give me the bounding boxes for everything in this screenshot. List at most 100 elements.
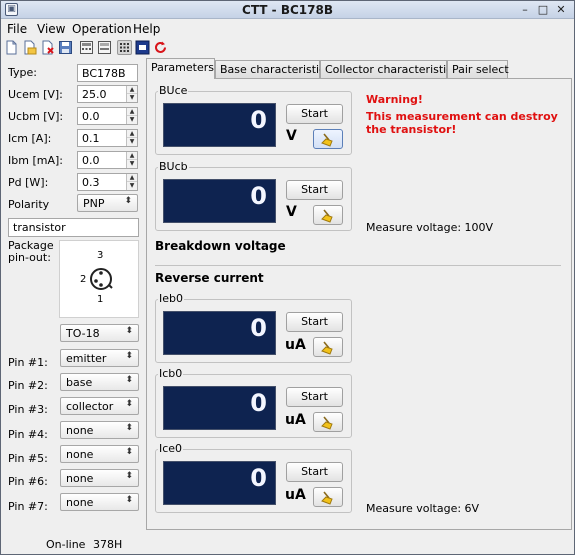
chevron-updown-icon: ⬍ <box>125 447 133 457</box>
ucem-label: Ucem [V]: <box>8 88 63 101</box>
save-icon[interactable] <box>58 40 73 55</box>
bucb-start-button[interactable]: Start <box>286 180 343 200</box>
pin1-select[interactable]: emitter ⬍ <box>60 349 139 367</box>
ieb0-start-button[interactable]: Start <box>286 312 343 332</box>
spin-up-icon[interactable]: ▲ <box>127 174 137 182</box>
ice0-start-button[interactable]: Start <box>286 462 343 482</box>
broom-icon <box>321 416 333 430</box>
menu-file[interactable]: File <box>7 22 27 36</box>
status-bar: On-line 378H <box>1 534 574 554</box>
chip-icon[interactable] <box>135 40 150 55</box>
icm-spin-buttons[interactable]: ▲ ▼ <box>126 130 137 146</box>
pin2-value: base <box>66 376 93 389</box>
chevron-updown-icon: ⬍ <box>125 399 133 409</box>
chevron-updown-icon: ⬍ <box>125 423 133 433</box>
package-select[interactable]: TO-18 ⬍ <box>60 324 139 342</box>
polarity-select[interactable]: PNP ⬍ <box>77 194 138 212</box>
menu-operation[interactable]: Operation <box>72 22 132 36</box>
buce-clear-button[interactable] <box>313 129 343 149</box>
tab-collector-characteristic[interactable]: Collector characteristic <box>320 60 452 79</box>
window-title: CTT - BC178B <box>242 3 333 17</box>
ice0-unit: uA <box>285 487 306 503</box>
warning-line-2: the transistor! <box>366 123 457 136</box>
icb0-clear-button[interactable] <box>313 412 343 432</box>
spin-down-icon[interactable]: ▼ <box>127 94 137 102</box>
close-icon[interactable]: ✕ <box>554 3 568 17</box>
type-field[interactable]: BC178B <box>77 64 138 82</box>
ucbm-spin-buttons[interactable]: ▲ ▼ <box>126 108 137 124</box>
title-bar[interactable]: ▣ CTT - BC178B – □ ✕ <box>1 1 574 19</box>
pin7-select[interactable]: none ⬍ <box>60 493 139 511</box>
icb0-start-button[interactable]: Start <box>286 387 343 407</box>
pin3-select[interactable]: collector ⬍ <box>60 397 139 415</box>
ice0-group: Ice0 0 uA Start <box>155 442 352 513</box>
ieb0-group: Ieb0 0 uA Start <box>155 292 352 363</box>
broom-icon <box>321 133 333 147</box>
bucb-display: 0 <box>163 179 276 223</box>
spin-up-icon[interactable]: ▲ <box>127 86 137 94</box>
bucb-clear-button[interactable] <box>313 205 343 225</box>
spin-down-icon[interactable]: ▼ <box>127 160 137 168</box>
buce-value: 0 <box>250 106 267 134</box>
tab-pair-select[interactable]: Pair select <box>447 60 509 79</box>
menu-help[interactable]: Help <box>133 22 160 36</box>
chevron-updown-icon: ⬍ <box>125 326 133 336</box>
pin3-value: collector <box>66 400 114 413</box>
ieb0-clear-button[interactable] <box>313 337 343 357</box>
spin-up-icon[interactable]: ▲ <box>127 130 137 138</box>
spin-up-icon[interactable]: ▲ <box>127 108 137 116</box>
grid-icon[interactable] <box>117 40 132 55</box>
icb0-unit: uA <box>285 412 306 428</box>
calculator-alt-icon[interactable] <box>97 40 112 55</box>
pin6-select[interactable]: none ⬍ <box>60 469 139 487</box>
bucb-group: BUcb 0 V Start <box>155 160 352 231</box>
ibm-spin-buttons[interactable]: ▲ ▼ <box>126 152 137 168</box>
bucb-unit: V <box>286 204 297 220</box>
open-file-icon[interactable] <box>22 40 37 55</box>
pin5-select[interactable]: none ⬍ <box>60 445 139 463</box>
pin6-label: Pin #6: <box>8 475 48 488</box>
pin7-label: Pin #7: <box>8 500 48 513</box>
icb0-value: 0 <box>250 389 267 417</box>
maximize-icon[interactable]: □ <box>536 3 550 17</box>
spin-down-icon[interactable]: ▼ <box>127 138 137 146</box>
ucem-spin-buttons[interactable]: ▲ ▼ <box>126 86 137 102</box>
connection-status: On-line <box>46 538 86 551</box>
chevron-updown-icon: ⬍ <box>125 351 133 361</box>
ibm-spinbox[interactable]: 0.0 ▲ ▼ <box>77 151 138 169</box>
pin1-number: 1 <box>97 294 104 305</box>
ucbm-spinbox[interactable]: 0.0 ▲ ▼ <box>77 107 138 125</box>
close-file-icon[interactable] <box>40 40 55 55</box>
spin-up-icon[interactable]: ▲ <box>127 152 137 160</box>
pd-value: 0.3 <box>82 176 100 189</box>
icm-spinbox[interactable]: 0.1 ▲ ▼ <box>77 129 138 147</box>
pin4-select[interactable]: none ⬍ <box>60 421 139 439</box>
polarity-label: Polarity <box>8 198 50 211</box>
ucem-value: 25.0 <box>82 88 107 101</box>
chevron-updown-icon: ⬍ <box>125 495 133 505</box>
pin2-select[interactable]: base ⬍ <box>60 373 139 391</box>
buce-start-button[interactable]: Start <box>286 104 343 124</box>
pin6-value: none <box>66 472 94 485</box>
refresh-icon[interactable] <box>153 40 168 55</box>
calculator-icon[interactable] <box>79 40 94 55</box>
new-document-icon[interactable] <box>4 40 19 55</box>
bucb-title: BUcb <box>158 160 189 173</box>
spin-down-icon[interactable]: ▼ <box>127 116 137 124</box>
pd-spin-buttons[interactable]: ▲ ▼ <box>126 174 137 190</box>
ice0-clear-button[interactable] <box>313 487 343 507</box>
buce-display: 0 <box>163 103 276 147</box>
menu-view[interactable]: View <box>37 22 65 36</box>
spin-down-icon[interactable]: ▼ <box>127 182 137 190</box>
tab-base-characteristic[interactable]: Base characteristic <box>215 60 325 79</box>
minimize-icon[interactable]: – <box>518 3 532 17</box>
device-code: 378H <box>93 538 123 551</box>
breakdown-measure-voltage: Measure voltage: 100V <box>366 221 494 234</box>
tab-parameters[interactable]: Parameters <box>146 58 215 79</box>
ucem-spinbox[interactable]: 25.0 ▲ ▼ <box>77 85 138 103</box>
ibm-value: 0.0 <box>82 154 100 167</box>
pd-spinbox[interactable]: 0.3 ▲ ▼ <box>77 173 138 191</box>
bucb-value: 0 <box>250 182 267 210</box>
component-type-field[interactable]: transistor <box>8 218 139 237</box>
buce-unit: V <box>286 128 297 144</box>
